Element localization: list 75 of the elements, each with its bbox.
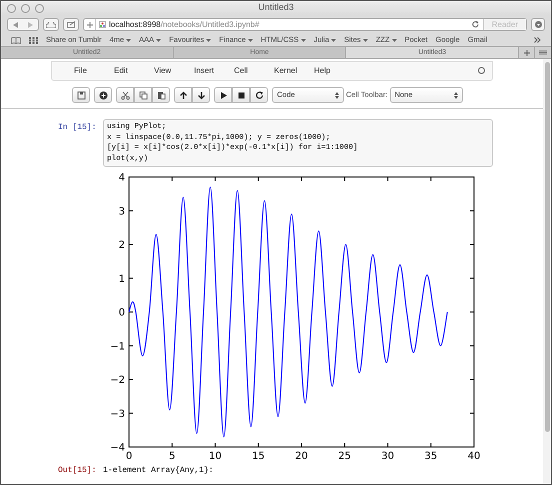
- x-tick-label: 15: [252, 451, 265, 462]
- plus-button[interactable]: [94, 87, 112, 103]
- plus-icon: [86, 22, 92, 28]
- y-tick-label: 1: [118, 274, 125, 285]
- x-tick-label: 25: [338, 451, 351, 462]
- save-icon: [76, 90, 86, 100]
- book-icon[interactable]: [11, 36, 21, 44]
- y-tick-label: −4: [110, 442, 125, 454]
- menu-item[interactable]: Edit: [114, 65, 154, 77]
- x-tick-label: 0: [126, 451, 132, 462]
- y-tick-label: −2: [110, 375, 125, 386]
- x-tick-label: 35: [424, 451, 438, 462]
- list-icon: [539, 50, 548, 55]
- down-button[interactable]: [192, 87, 210, 103]
- play-button[interactable]: [214, 87, 232, 103]
- output-prompt: Out[15]:: [58, 465, 98, 477]
- save-button[interactable]: [72, 87, 90, 103]
- cut-button[interactable]: [116, 87, 134, 103]
- x-tick-label: 30: [381, 451, 394, 462]
- back-forward-button[interactable]: [7, 18, 39, 31]
- restart-icon: [254, 90, 264, 100]
- cloud-icon: [46, 22, 56, 28]
- tab-overview-button[interactable]: [535, 47, 552, 58]
- plus-icon: [98, 90, 108, 100]
- y-tick-label: 2: [118, 240, 125, 251]
- x-tick-label: 5: [168, 451, 176, 462]
- download-button[interactable]: [531, 18, 545, 31]
- y-tick-label: 4: [118, 172, 125, 184]
- copy-button[interactable]: [134, 87, 152, 103]
- x-tick-label: 20: [295, 451, 308, 462]
- menu-item[interactable]: File: [74, 65, 114, 77]
- x-tick-label: 10: [208, 451, 222, 462]
- paste-icon: [156, 90, 166, 100]
- output-text: 1-element Array{Any,1}:: [103, 465, 214, 477]
- y-tick-label: 3: [118, 206, 125, 218]
- up-arrow-icon: [178, 90, 188, 100]
- down-arrow-icon: [196, 90, 206, 100]
- copy-icon: [138, 90, 148, 100]
- y-tick-label: −1: [110, 341, 125, 352]
- new-tab-button[interactable]: [519, 47, 536, 58]
- grid-icon[interactable]: [29, 36, 38, 44]
- updown-icon: [454, 92, 458, 98]
- paste-button[interactable]: [152, 87, 170, 103]
- reload-icon: [472, 21, 479, 28]
- back-icon: [13, 22, 18, 28]
- up-button[interactable]: [174, 87, 192, 103]
- menu-item[interactable]: Insert: [194, 65, 234, 77]
- scissors-icon: [120, 90, 130, 100]
- menu-item[interactable]: View: [154, 65, 194, 77]
- share-button[interactable]: [63, 18, 79, 31]
- more-bookmarks-button[interactable]: [534, 37, 541, 43]
- window-title: Untitled3: [258, 1, 294, 14]
- updown-icon: [335, 92, 339, 98]
- share-icon: [66, 21, 76, 28]
- y-tick-label: 0: [118, 308, 125, 318]
- site-icon: [99, 21, 106, 28]
- url-text: localhost:8998/notebooks/Untitled3.ipynb#: [109, 18, 260, 30]
- y-tick-label: −3: [110, 408, 125, 420]
- cloud-button[interactable]: [43, 18, 59, 31]
- restart-button[interactable]: [250, 87, 268, 103]
- play-icon: [218, 90, 228, 100]
- forward-icon: [28, 22, 33, 28]
- menu-item[interactable]: Kernel: [274, 65, 314, 77]
- stop-button[interactable]: [232, 87, 250, 103]
- plus-icon: [524, 50, 530, 56]
- chevrons-icon: [534, 37, 541, 43]
- menu-item[interactable]: Help: [314, 65, 354, 77]
- input-prompt: In [15]:: [58, 122, 98, 134]
- kernel-status-icon: [478, 67, 485, 74]
- download-icon: [534, 21, 542, 28]
- stop-icon: [236, 90, 246, 100]
- scrollbar[interactable]: [543, 59, 551, 484]
- add-bookmark-button[interactable]: [84, 19, 96, 30]
- menu-item[interactable]: Cell: [234, 65, 274, 77]
- x-tick-label: 40: [468, 451, 480, 462]
